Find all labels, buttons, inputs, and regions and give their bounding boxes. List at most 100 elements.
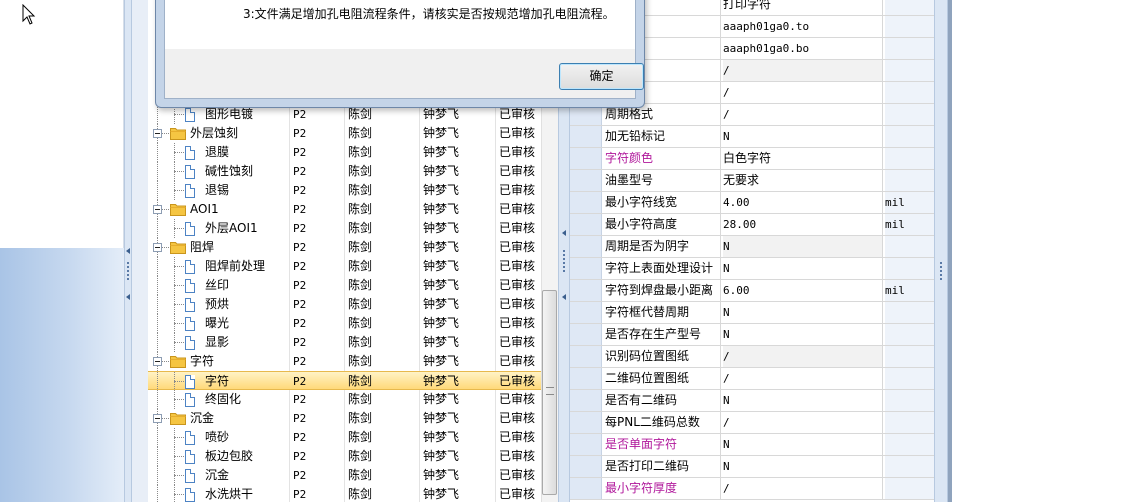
property-value[interactable]: aaaph01ga0.bo (723, 38, 883, 59)
property-row[interactable]: 字符颜色 白色字符 (570, 148, 934, 170)
property-row[interactable]: 二维码位置图纸 / (570, 368, 934, 390)
left-splitter[interactable] (124, 0, 132, 502)
property-value[interactable]: N (723, 258, 883, 279)
property-value[interactable]: N (723, 236, 883, 257)
row-header (570, 148, 602, 169)
tree-item-name: 曝光 (205, 316, 230, 330)
property-row[interactable]: 最小字符厚度 / (570, 478, 934, 500)
property-value[interactable]: N (723, 324, 883, 345)
tree-item-person2: 钟梦飞 (423, 487, 460, 501)
document-icon (185, 469, 195, 483)
document-icon (185, 184, 195, 198)
property-value[interactable]: 白色字符 (723, 148, 883, 169)
property-value[interactable]: N (723, 456, 883, 477)
property-value[interactable]: 28.00 (723, 214, 883, 235)
tree-row[interactable]: 退锡 P2 陈剑 钟梦飞 已审核 (148, 181, 542, 200)
property-row[interactable]: 每PNL二维码总数 / (570, 412, 934, 434)
tree-group-row[interactable]: 外层蚀刻 P2 陈剑 钟梦飞 已审核 (148, 124, 542, 143)
property-value[interactable]: 4.00 (723, 192, 883, 213)
property-value[interactable]: / (723, 346, 883, 367)
property-unit (885, 434, 934, 455)
tree-item-code: P2 (293, 355, 307, 368)
property-value[interactable]: / (723, 478, 883, 499)
property-unit: mil (885, 280, 934, 301)
property-row[interactable]: 是否单面字符 N (570, 434, 934, 456)
property-row[interactable]: 最小字符高度 28.00 mil (570, 214, 934, 236)
tree-row[interactable]: 沉金 P2 陈剑 钟梦飞 已审核 (148, 466, 542, 485)
tree-item-name: 碱性蚀刻 (205, 164, 254, 178)
tree-item-status: 已审核 (499, 278, 536, 292)
tree-item-code: P2 (293, 469, 307, 482)
tree-item-person2: 钟梦飞 (423, 164, 460, 178)
collapse-icon[interactable] (153, 129, 162, 138)
collapse-icon[interactable] (153, 357, 162, 366)
document-icon (185, 431, 195, 445)
tree-row[interactable]: 显影 P2 陈剑 钟梦飞 已审核 (148, 333, 542, 352)
property-row[interactable]: 字符框代替周期 N (570, 302, 934, 324)
property-row[interactable]: 是否存在生产型号 N (570, 324, 934, 346)
property-value[interactable]: / (723, 104, 883, 125)
right-splitter[interactable] (934, 0, 948, 502)
property-row[interactable]: 识别码位置图纸 / (570, 346, 934, 368)
row-header (570, 390, 602, 411)
property-row[interactable]: 加无铅标记 N (570, 126, 934, 148)
tree-item-status: 已审核 (499, 259, 536, 273)
tree-item-person2: 钟梦飞 (423, 354, 460, 368)
tree-item-person1: 陈剑 (348, 354, 373, 368)
property-value[interactable]: N (723, 390, 883, 411)
property-value[interactable]: N (723, 126, 883, 147)
tree-row[interactable]: 外层AOI1 P2 陈剑 钟梦飞 已审核 (148, 219, 542, 238)
ok-button[interactable]: 确定 (559, 63, 644, 90)
tree-group-row[interactable]: 字符 P2 陈剑 钟梦飞 已审核 (148, 352, 542, 371)
tree-item-person1: 陈剑 (348, 487, 373, 501)
document-icon (185, 393, 195, 407)
property-value[interactable]: / (723, 82, 883, 103)
collapse-icon[interactable] (153, 414, 162, 423)
property-name: 是否单面字符 (605, 434, 721, 455)
property-row[interactable]: 字符到焊盘最小距离 6.00 mil (570, 280, 934, 302)
property-value[interactable]: / (723, 60, 883, 81)
collapse-icon[interactable] (153, 243, 162, 252)
property-row[interactable]: 周期是否为阴字 N (570, 236, 934, 258)
tree-group-row[interactable]: AOI1 P2 陈剑 钟梦飞 已审核 (148, 200, 542, 219)
tree-row[interactable]: 字符 P2 陈剑 钟梦飞 已审核 (148, 371, 542, 391)
tree-item-name: 字符 (205, 374, 230, 388)
property-row[interactable]: 油墨型号 无要求 (570, 170, 934, 192)
scroll-grip-icon (546, 387, 554, 395)
property-row[interactable]: 最小字符线宽 4.00 mil (570, 192, 934, 214)
property-row[interactable]: 是否有二维码 N (570, 390, 934, 412)
property-value[interactable]: / (723, 412, 883, 433)
message-dialog: 3:文件满足增加孔电阻流程条件，请核实是否按规范增加孔电阻流程。 确定 (155, 0, 645, 108)
tree-row[interactable]: 曝光 P2 陈剑 钟梦飞 已审核 (148, 314, 542, 333)
property-unit (885, 346, 934, 367)
tree-group-row[interactable]: 沉金 P2 陈剑 钟梦飞 已审核 (148, 409, 542, 428)
tree-row[interactable]: 碱性蚀刻 P2 陈剑 钟梦飞 已审核 (148, 162, 542, 181)
tree-row[interactable]: 阻焊前处理 P2 陈剑 钟梦飞 已审核 (148, 257, 542, 276)
property-name: 识别码位置图纸 (605, 346, 721, 367)
tree-item-person2: 钟梦飞 (423, 468, 460, 482)
tree-row[interactable]: 喷砂 P2 陈剑 钟梦飞 已审核 (148, 428, 542, 447)
tree-row[interactable]: 退膜 P2 陈剑 钟梦飞 已审核 (148, 143, 542, 162)
tree-item-code: P2 (293, 375, 307, 388)
tree-row[interactable]: 终固化 P2 陈剑 钟梦飞 已审核 (148, 390, 542, 409)
property-value[interactable]: N (723, 302, 883, 323)
property-value[interactable]: / (723, 368, 883, 389)
tree-row[interactable]: 丝印 P2 陈剑 钟梦飞 已审核 (148, 276, 542, 295)
tree-item-code: P2 (293, 146, 307, 159)
property-value[interactable]: 打印字符 (723, 0, 883, 15)
tree-row[interactable]: 水洗烘干 P2 陈剑 钟梦飞 已审核 (148, 485, 542, 502)
property-row[interactable]: 是否打印二维码 N (570, 456, 934, 478)
property-row[interactable]: 字符上表面处理设计 N (570, 258, 934, 280)
tree-group-row[interactable]: 阻焊 P2 陈剑 钟梦飞 已审核 (148, 238, 542, 257)
property-value[interactable]: aaaph01ga0.to (723, 16, 883, 37)
row-header (570, 302, 602, 323)
tree-row[interactable]: 预烘 P2 陈剑 钟梦飞 已审核 (148, 295, 542, 314)
property-value[interactable]: 6.00 (723, 280, 883, 301)
tree-item-code: P2 (293, 127, 307, 140)
property-value[interactable]: N (723, 434, 883, 455)
tree-item-person2: 钟梦飞 (423, 335, 460, 349)
collapse-icon[interactable] (153, 205, 162, 214)
tree-row[interactable]: 板边包胶 P2 陈剑 钟梦飞 已审核 (148, 447, 542, 466)
tree-item-status: 已审核 (499, 126, 536, 140)
property-value[interactable]: 无要求 (723, 170, 883, 191)
